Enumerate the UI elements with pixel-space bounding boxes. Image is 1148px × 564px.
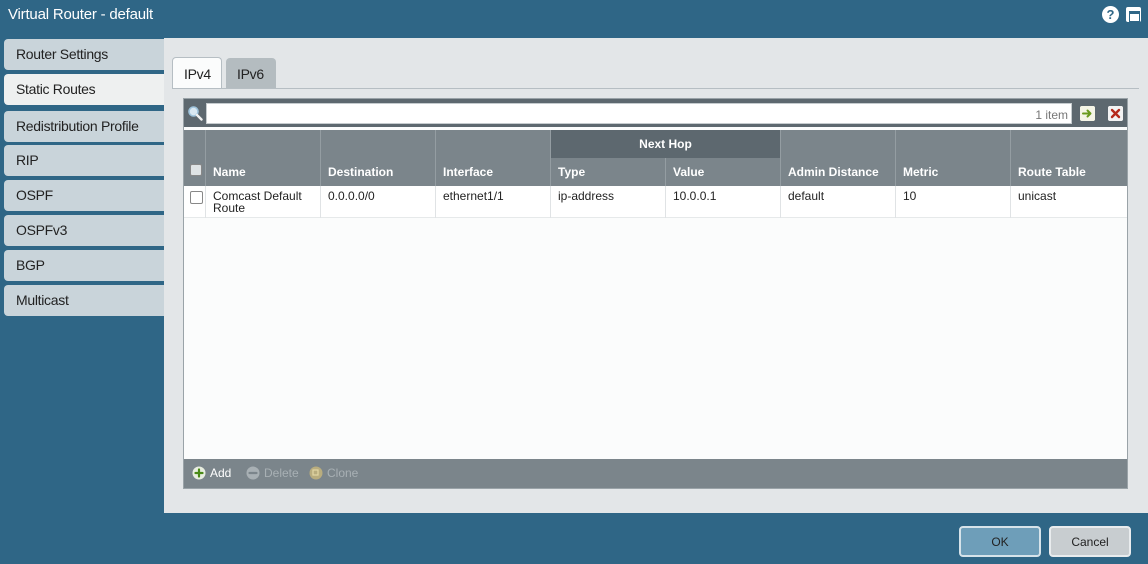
item-count: 1 item	[1035, 108, 1068, 122]
cell-metric: 10	[896, 186, 1011, 218]
clone-label: Clone	[327, 466, 359, 480]
action-bar: Add Delete Clone	[184, 459, 1127, 488]
clone-button[interactable]: Clone	[309, 465, 358, 482]
sidebar-item-rip[interactable]: RIP	[4, 145, 164, 176]
sidebar-item-multicast[interactable]: Multicast	[4, 285, 164, 316]
sidebar-item-ospf[interactable]: OSPF	[4, 180, 164, 211]
table-header: Name Destination Interface Next Hop Type…	[184, 130, 1127, 186]
column-group-next-hop: Next Hop	[551, 130, 781, 158]
sidebar-item-bgp[interactable]: BGP	[4, 250, 164, 281]
cell-type: ip-address	[551, 186, 666, 218]
filter-bar: 1 item	[184, 99, 1127, 127]
cell-destination: 0.0.0.0/0	[321, 186, 436, 218]
column-header-interface[interactable]: Interface	[436, 130, 551, 186]
add-icon	[192, 466, 206, 480]
delete-button[interactable]: Delete	[246, 465, 299, 482]
delete-icon	[246, 466, 260, 480]
search-icon	[188, 106, 203, 121]
table-row[interactable]: Comcast Default Route 0.0.0.0/0 ethernet…	[184, 186, 1127, 218]
window-title: Virtual Router - default	[8, 6, 154, 23]
clear-filter-icon[interactable]	[1108, 106, 1123, 121]
tab-divider	[172, 88, 1139, 89]
add-button[interactable]: Add	[192, 465, 231, 482]
tab-ipv4[interactable]: IPv4	[172, 57, 222, 89]
cell-admin-distance: default	[781, 186, 896, 218]
add-label: Add	[210, 466, 232, 480]
row-checkbox[interactable]	[190, 191, 203, 204]
column-header-name[interactable]: Name	[206, 130, 321, 186]
column-header-admin-distance[interactable]: Admin Distance	[781, 130, 896, 186]
ok-button[interactable]: OK	[959, 526, 1041, 557]
static-routes-panel: IPv4 IPv6 1 item Name Destination Interf…	[164, 38, 1148, 513]
sidebar-item-redistribution-profile[interactable]: Redistribution Profile	[4, 111, 164, 142]
column-header-metric[interactable]: Metric	[896, 130, 1011, 186]
title-bar: Virtual Router - default ?	[0, 0, 1148, 38]
select-all-checkbox[interactable]	[190, 164, 202, 176]
column-header-value[interactable]: Value	[666, 158, 781, 186]
column-header-type[interactable]: Type	[551, 158, 666, 186]
cell-value: 10.0.0.1	[666, 186, 781, 218]
cell-name[interactable]: Comcast Default Route	[206, 186, 321, 218]
delete-label: Delete	[264, 466, 299, 480]
cancel-button[interactable]: Cancel	[1049, 526, 1131, 557]
maximize-icon[interactable]	[1126, 7, 1141, 22]
cell-route-table: unicast	[1018, 189, 1057, 203]
apply-filter-icon[interactable]	[1080, 106, 1095, 121]
row-select-cell	[184, 186, 206, 218]
tab-ipv6[interactable]: IPv6	[226, 58, 276, 88]
header-select-cell	[184, 130, 206, 186]
column-header-destination[interactable]: Destination	[321, 130, 436, 186]
clone-icon	[309, 466, 323, 480]
cell-interface: ethernet1/1	[436, 186, 551, 218]
sidebar-item-ospfv3[interactable]: OSPFv3	[4, 215, 164, 246]
column-header-route-table[interactable]: Route Table	[1011, 130, 1127, 186]
sidebar-item-router-settings[interactable]: Router Settings	[4, 39, 164, 70]
filter-input[interactable]	[206, 103, 1072, 124]
help-icon[interactable]: ?	[1102, 6, 1119, 23]
sidebar-item-static-routes[interactable]: Static Routes	[4, 74, 164, 105]
route-name-line2: Route	[213, 201, 246, 215]
routes-grid: 1 item Name Destination Interface Next H…	[183, 98, 1128, 489]
